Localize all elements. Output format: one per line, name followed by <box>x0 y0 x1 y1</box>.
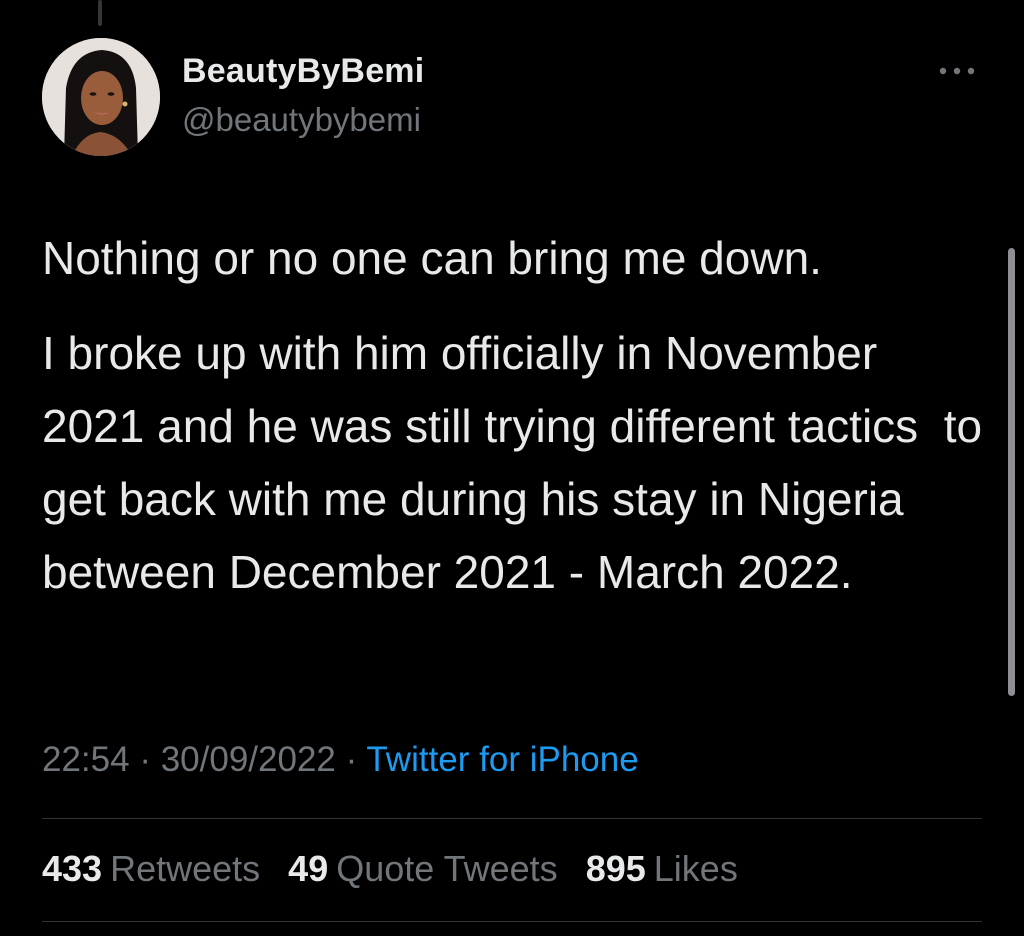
more-horizontal-icon <box>939 67 975 75</box>
quote-tweets-count: 49 <box>288 848 329 889</box>
likes-label: Likes <box>653 848 738 889</box>
avatar-image <box>42 38 160 156</box>
author-display-name[interactable]: BeautyByBemi <box>182 52 424 91</box>
likes-stat[interactable]: 895 Likes <box>586 848 738 890</box>
tweet-source-link[interactable]: Twitter for iPhone <box>366 740 638 779</box>
retweets-count: 433 <box>42 848 103 889</box>
author-handle[interactable]: @beautybybemi <box>182 101 421 139</box>
retweets-stat[interactable]: 433 Retweets <box>42 848 260 890</box>
likes-count: 895 <box>585 848 646 889</box>
thread-connector-line <box>98 0 102 26</box>
tweet-date[interactable]: 30/09/2022 <box>161 740 336 779</box>
tweet-paragraph: I broke up with him officially in Novemb… <box>42 327 995 598</box>
divider <box>42 818 982 819</box>
avatar[interactable] <box>42 38 160 156</box>
more-options-button[interactable] <box>932 56 982 86</box>
meta-separator: · <box>335 740 367 779</box>
tweet-paragraph: Nothing or no one can bring me down. <box>42 232 822 284</box>
tweet-stats: 433 Retweets 49 Quote Tweets 895 Likes <box>42 848 756 890</box>
divider <box>42 921 982 922</box>
retweets-label: Retweets <box>110 848 261 889</box>
quote-tweets-label: Quote Tweets <box>336 848 558 889</box>
scrollbar[interactable] <box>1008 248 1015 696</box>
tweet-metadata: 22:54 · 30/09/2022 · Twitter for iPhone <box>42 740 639 780</box>
meta-separator: · <box>129 740 161 779</box>
tweet-text: Nothing or no one can bring me down. I b… <box>42 222 987 609</box>
tweet-time[interactable]: 22:54 <box>42 740 130 779</box>
quote-tweets-stat[interactable]: 49 Quote Tweets <box>288 848 558 890</box>
